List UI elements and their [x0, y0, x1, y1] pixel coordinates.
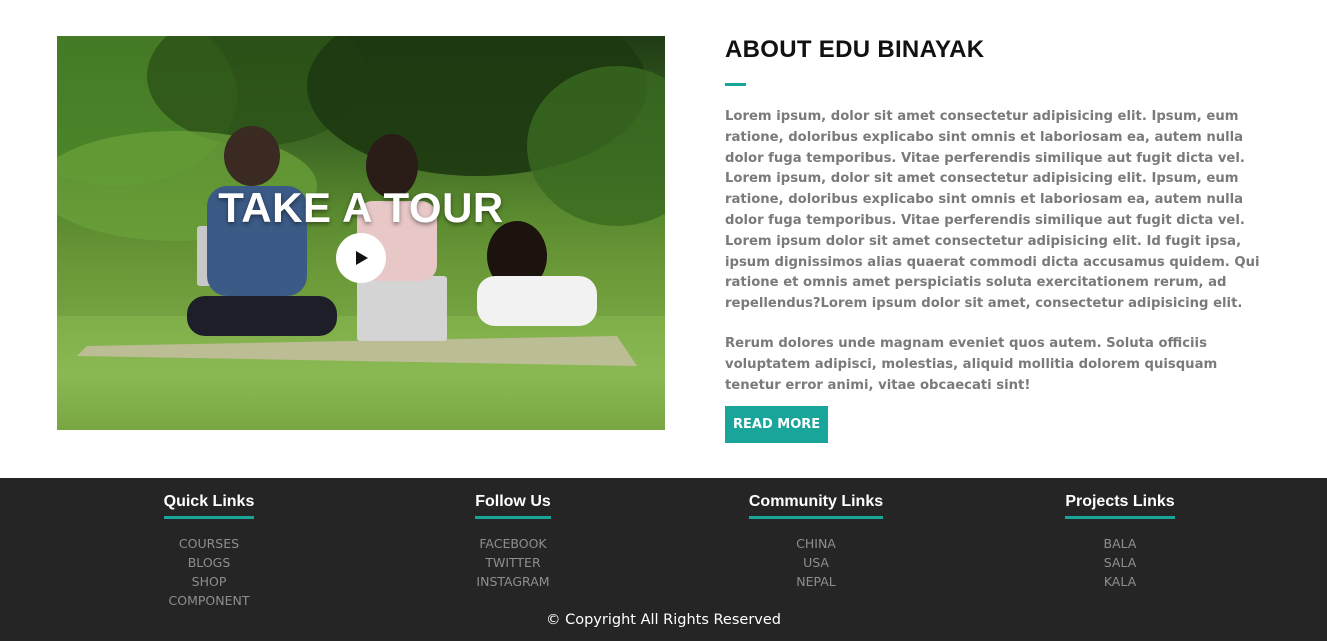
about-paragraph: Rerum dolores unde magnam eveniet quos a…: [725, 335, 1218, 393]
heading-underline: [725, 83, 746, 86]
read-more-button[interactable]: READ MORE: [725, 406, 829, 444]
about-section: TAKE A TOUR ABOUT EDU BINAYAK Lorem ipsu…: [0, 0, 1327, 478]
footer-link-list: FACEBOOK TWITTER INSTAGRAM: [363, 534, 663, 591]
footer-column-quick-links: Quick Links COURSES BLOGS SHOP COMPONENT: [59, 492, 359, 610]
footer-link-kala[interactable]: KALA: [970, 572, 1270, 591]
about-content: ABOUT EDU BINAYAK Lorem ipsum, dolor sit…: [725, 36, 1270, 444]
about-heading: ABOUT EDU BINAYAK: [725, 36, 985, 63]
footer-column-title: Quick Links: [163, 492, 255, 519]
footer-column-projects-links: Projects Links BALA SALA KALA: [970, 492, 1270, 591]
play-icon: [356, 251, 368, 265]
footer-link-list: COURSES BLOGS SHOP COMPONENT: [59, 534, 359, 610]
footer-link-list: CHINA USA NEPAL: [666, 534, 966, 591]
footer-link-component[interactable]: COMPONENT: [59, 591, 359, 610]
tour-title: TAKE A TOUR: [218, 184, 504, 231]
footer-link-shop[interactable]: SHOP: [59, 572, 359, 591]
footer: Quick Links COURSES BLOGS SHOP COMPONENT…: [0, 478, 1327, 641]
footer-link-facebook[interactable]: FACEBOOK: [363, 534, 663, 553]
tour-video[interactable]: TAKE A TOUR: [57, 36, 665, 430]
about-paragraph: Lorem ipsum, dolor sit amet consectetur …: [725, 109, 1260, 312]
footer-link-list: BALA SALA KALA: [970, 534, 1270, 591]
footer-link-nepal[interactable]: NEPAL: [666, 572, 966, 591]
footer-link-twitter[interactable]: TWITTER: [363, 553, 663, 572]
footer-column-title: Follow Us: [475, 492, 551, 519]
play-button[interactable]: [336, 233, 386, 283]
footer-column-follow-us: Follow Us FACEBOOK TWITTER INSTAGRAM: [363, 492, 663, 591]
footer-link-sala[interactable]: SALA: [970, 553, 1270, 572]
footer-link-china[interactable]: CHINA: [666, 534, 966, 553]
footer-link-bala[interactable]: BALA: [970, 534, 1270, 553]
footer-link-courses[interactable]: COURSES: [59, 534, 359, 553]
footer-link-usa[interactable]: USA: [666, 553, 966, 572]
copyright-text: © Copyright All Rights Reserved: [546, 612, 781, 628]
footer-column-community-links: Community Links CHINA USA NEPAL: [666, 492, 966, 591]
footer-column-title: Community Links: [748, 492, 884, 519]
footer-link-blogs[interactable]: BLOGS: [59, 553, 359, 572]
footer-link-instagram[interactable]: INSTAGRAM: [363, 572, 663, 591]
footer-column-title: Projects Links: [1065, 492, 1175, 519]
